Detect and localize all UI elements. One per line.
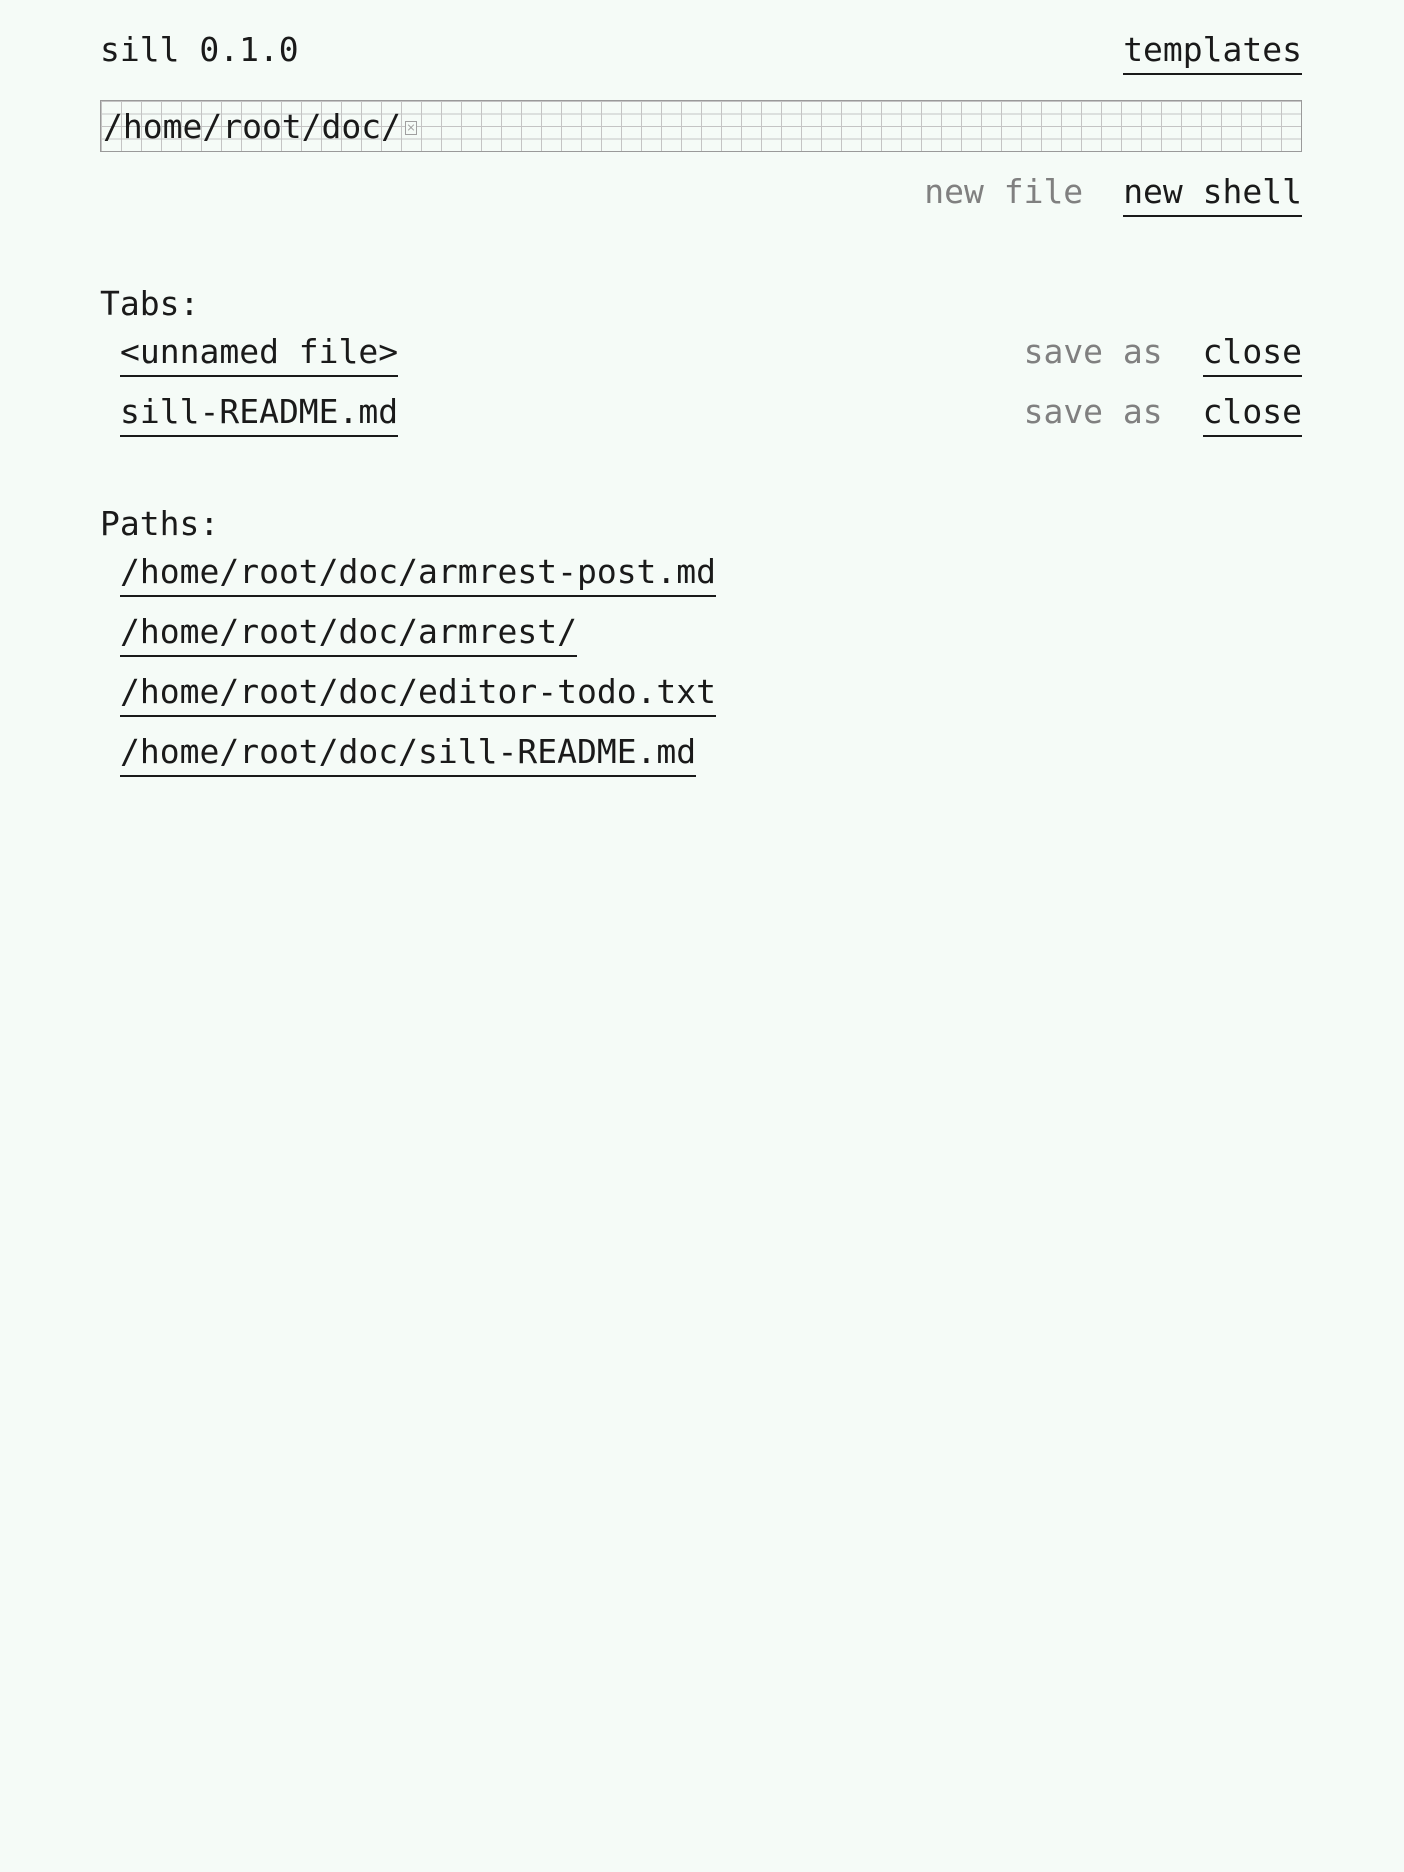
path-link[interactable]: /home/root/doc/armrest/ xyxy=(120,612,577,657)
new-file-button[interactable]: new file xyxy=(924,172,1083,217)
close-tab-button[interactable]: close xyxy=(1202,332,1302,377)
app-title: sill 0.1.0 xyxy=(100,30,299,69)
path-row: /home/root/doc/editor-todo.txt xyxy=(120,672,1302,717)
tab-row: sill-README.md save as close xyxy=(120,392,1302,437)
file-actions: new file new shell xyxy=(924,172,1302,217)
path-link[interactable]: /home/root/doc/armrest-post.md xyxy=(120,552,717,597)
tab-name-link[interactable]: sill-README.md xyxy=(120,392,399,437)
save-as-button[interactable]: save as xyxy=(1024,332,1163,377)
path-row: /home/root/doc/sill-README.md xyxy=(120,732,1302,777)
save-as-button[interactable]: save as xyxy=(1024,392,1163,437)
path-link[interactable]: /home/root/doc/editor-todo.txt xyxy=(120,672,717,717)
close-tab-button[interactable]: close xyxy=(1202,392,1302,437)
tabs-heading: Tabs: xyxy=(100,284,200,323)
templates-link[interactable]: templates xyxy=(1123,30,1302,75)
path-input[interactable]: /home/root/doc/ xyxy=(100,100,1302,152)
tab-name-link[interactable]: <unnamed file> xyxy=(120,332,399,377)
path-row: /home/root/doc/armrest-post.md xyxy=(120,552,1302,597)
path-row: /home/root/doc/armrest/ xyxy=(120,612,1302,657)
path-link[interactable]: /home/root/doc/sill-README.md xyxy=(120,732,697,777)
tab-actions: save as close xyxy=(1024,332,1302,377)
launcher-page: sill 0.1.0 templates /home/root/doc/ new… xyxy=(100,0,1302,1872)
path-input-value: /home/root/doc/ xyxy=(103,106,402,146)
text-cursor-icon xyxy=(405,121,418,135)
tab-actions: save as close xyxy=(1024,392,1302,437)
header: sill 0.1.0 templates xyxy=(100,30,1302,75)
paths-heading: Paths: xyxy=(100,504,220,543)
tab-row: <unnamed file> save as close xyxy=(120,332,1302,377)
new-shell-button[interactable]: new shell xyxy=(1123,172,1302,217)
